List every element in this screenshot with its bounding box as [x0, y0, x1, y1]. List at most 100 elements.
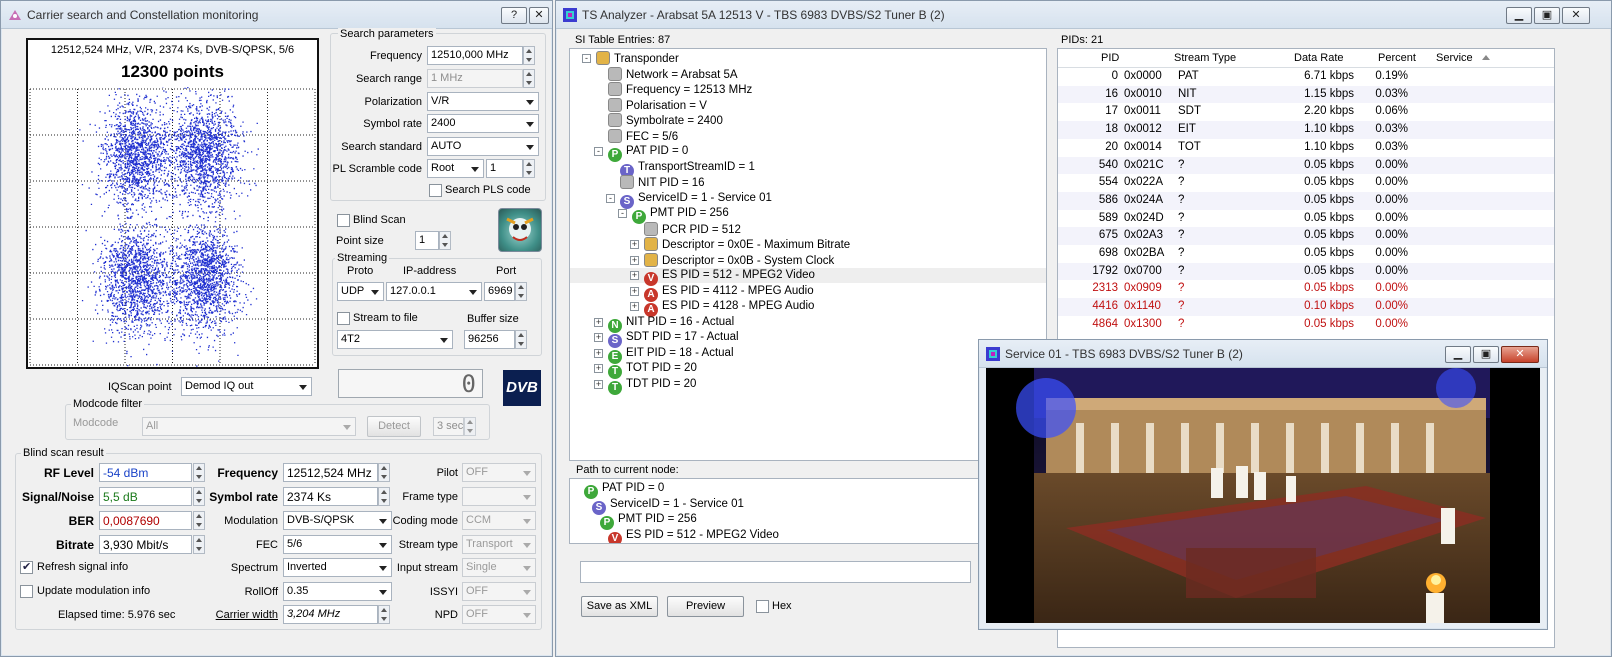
save-xml-button[interactable]: Save as XML [581, 596, 658, 617]
expand-icon[interactable]: + [594, 333, 603, 342]
path-node[interactable]: S ServiceID = 1 - Service 01 [592, 497, 744, 515]
tree-node[interactable]: - Transponder [582, 51, 679, 66]
interval-input[interactable]: 3 sec [433, 417, 464, 436]
video-close-button[interactable]: ✕ [1501, 346, 1539, 363]
iq-select[interactable]: Demod IQ out [181, 377, 312, 396]
blind-scan-checkbox[interactable] [337, 214, 350, 227]
table-row[interactable]: 2313 0x0909? 0.05 kbps 0.00% [1058, 280, 1554, 298]
file-select[interactable]: 4T2 [337, 330, 453, 349]
path-node[interactable]: P PAT PID = 0 [584, 481, 664, 499]
point-size-spin[interactable] [439, 231, 451, 250]
istream-select[interactable]: Single [462, 558, 536, 577]
spectrum-select[interactable]: Inverted [283, 558, 392, 577]
fec-select[interactable]: 5/6 [283, 535, 392, 554]
tree-node[interactable]: FEC = 5/6 [608, 128, 678, 144]
tree-node[interactable]: + A ES PID = 4128 - MPEG Audio [630, 299, 814, 317]
freq-result-spin[interactable] [378, 463, 390, 482]
expand-icon[interactable]: + [630, 271, 639, 280]
frequency-input[interactable]: 12510,000 MHz [427, 46, 523, 65]
table-row[interactable]: 540 0x021C? 0.05 kbps 0.00% [1058, 156, 1554, 175]
tree-node[interactable]: + S SDT PID = 17 - Actual [594, 330, 739, 348]
modcode-select[interactable]: All [142, 417, 356, 436]
expand-icon[interactable]: + [594, 379, 603, 389]
expand-icon[interactable]: + [594, 348, 603, 358]
si-tree[interactable]: - Transponder Network = Arabsat 5A Frequenc… [569, 48, 1047, 461]
ts-close-button[interactable]: ✕ [1562, 7, 1590, 24]
stype-select[interactable]: Transport [462, 535, 536, 554]
tree-node[interactable]: + V ES PID = 512 - MPEG2 Video [570, 268, 1046, 286]
pls-spin[interactable] [523, 159, 535, 178]
ip-select[interactable]: 127.0.0.1 [386, 282, 482, 301]
cw-label[interactable]: Carrier width [201, 609, 278, 621]
table-row[interactable]: 4864 0x1300? 0.05 kbps 0.00% [1058, 316, 1554, 334]
tree-node[interactable]: - S ServiceID = 1 - Service 01 [606, 191, 772, 209]
close-button[interactable]: ✕ [529, 7, 549, 24]
range-input[interactable]: 1 MHz [427, 69, 523, 88]
tree-node[interactable]: T TransportStreamID = 1 [620, 160, 755, 178]
table-row[interactable]: 4416 0x1140? 0.10 kbps 0.00% [1058, 298, 1554, 316]
expand-icon[interactable]: + [630, 255, 639, 265]
hex-text-field[interactable] [580, 561, 971, 583]
port-input[interactable]: 6969 [484, 282, 515, 301]
tree-node[interactable]: PCR PID = 512 [644, 221, 741, 237]
expand-icon[interactable]: + [594, 317, 603, 327]
polarization-select[interactable]: V/R [427, 92, 539, 111]
minimize-button[interactable]: ▁ [1506, 7, 1532, 24]
table-row[interactable]: 17 0x0011 SDT 2.20 kbps 0.06% [1058, 103, 1554, 121]
buffer-spin[interactable] [515, 330, 527, 349]
tree-node[interactable]: + E EIT PID = 18 - Actual [594, 346, 734, 364]
interval-spin[interactable] [464, 417, 476, 436]
refresh-checkbox[interactable] [20, 560, 33, 574]
tree-node[interactable]: Polarisation = V [608, 97, 707, 113]
frequency-spin[interactable] [523, 46, 535, 65]
search-pls-checkbox[interactable] [429, 184, 442, 197]
col-service[interactable]: Service [1436, 52, 1473, 64]
expand-icon[interactable]: + [630, 286, 639, 296]
cw-spin[interactable] [378, 605, 390, 624]
col-pid[interactable]: PID [1101, 52, 1119, 64]
tree-node[interactable]: + T TDT PID = 20 [594, 377, 696, 395]
video-title-bar[interactable]: Service 01 - TBS 6983 DVBS/S2 Tuner B (2… [979, 340, 1547, 368]
tree-node[interactable]: + Descriptor = 0x0E - Maximum Bitrate [630, 237, 850, 252]
collapse-icon[interactable]: - [582, 54, 591, 63]
table-row[interactable]: 589 0x024D? 0.05 kbps 0.00% [1058, 210, 1554, 228]
tree-node[interactable]: + N NIT PID = 16 - Actual [594, 315, 734, 333]
coding-select[interactable]: CCM [462, 511, 536, 530]
hex-checkbox[interactable] [756, 600, 769, 613]
port-spin[interactable] [515, 282, 527, 301]
tree-node[interactable]: Network = Arabsat 5A [608, 66, 738, 82]
update-mod-checkbox[interactable] [20, 585, 33, 598]
collapse-icon[interactable]: - [594, 147, 603, 156]
range-spin[interactable] [523, 69, 535, 88]
tree-node[interactable]: + A ES PID = 4112 - MPEG Audio [630, 284, 814, 302]
col-percent[interactable]: Percent [1378, 52, 1416, 64]
col-data-rate[interactable]: Data Rate [1294, 52, 1344, 64]
proto-select[interactable]: UDP [337, 282, 384, 301]
npd-select[interactable]: OFF [462, 605, 536, 624]
pls-value-input[interactable]: 1 [486, 159, 523, 178]
expand-icon[interactable]: + [594, 364, 603, 373]
table-row[interactable]: 1792 0x0700? 0.05 kbps 0.00% [1058, 262, 1554, 281]
tree-node[interactable]: + T TOT PID = 20 [594, 361, 697, 379]
table-row[interactable]: 554 0x022A? 0.05 kbps 0.00% [1058, 174, 1554, 192]
video-maximize-button[interactable]: ▣ [1473, 346, 1499, 363]
video-minimize-button[interactable]: ▁ [1445, 346, 1471, 363]
collapse-icon[interactable]: - [618, 209, 627, 218]
tree-node[interactable]: Frequency = 12513 MHz [608, 82, 752, 97]
table-row[interactable]: 16 0x0010 NIT 1.15 kbps 0.03% [1058, 85, 1554, 104]
table-row[interactable]: 698 0x02BA? 0.05 kbps 0.00% [1058, 245, 1554, 263]
issyi-select[interactable]: OFF [462, 582, 536, 601]
help-button[interactable]: ? [501, 7, 527, 24]
tree-node[interactable]: NIT PID = 16 [620, 175, 705, 190]
detect-button[interactable]: Detect [367, 416, 421, 437]
tree-node[interactable]: - P PMT PID = 256 [618, 206, 729, 224]
rolloff-select[interactable]: 0.35 [283, 582, 392, 601]
tree-node[interactable]: Symbolrate = 2400 [608, 113, 723, 128]
expand-icon[interactable]: + [630, 302, 639, 311]
table-row[interactable]: 0 0x0000 PAT 6.71 kbps 0.19% [1058, 68, 1554, 86]
table-row[interactable]: 20 0x0014 TOT 1.10 kbps 0.03% [1058, 139, 1554, 157]
buffer-input[interactable]: 96256 [464, 330, 515, 349]
ts-title-bar[interactable]: TS Analyzer - Arabsat 5A 12513 V - TBS 6… [556, 1, 1611, 29]
path-tree[interactable]: P PAT PID = 0 S ServiceID = 1 - Service 01 P… [569, 478, 994, 544]
point-size-input[interactable]: 1 [415, 231, 439, 250]
